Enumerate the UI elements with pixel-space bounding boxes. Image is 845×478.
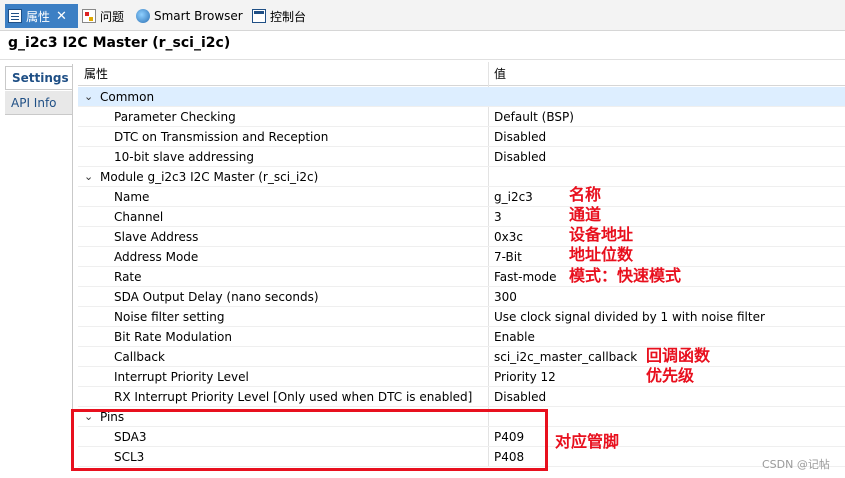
row-key: 10-bit slave addressing: [114, 150, 255, 164]
annotation-name: 名称: [569, 185, 602, 204]
annotation-pins: 对应管脚: [555, 432, 620, 451]
table-row[interactable]: Rate Fast-mode: [78, 267, 845, 287]
table-header: 属性 值: [78, 62, 845, 86]
table-row[interactable]: Slave Address 0x3c: [78, 227, 845, 247]
view-tab-bar: 属性 ✕ 问题 Smart Browser 控制台: [0, 0, 845, 31]
properties-icon: [8, 9, 22, 23]
row-key: Bit Rate Modulation: [114, 330, 233, 344]
tab-smart-browser-label: Smart Browser: [154, 9, 243, 23]
row-value[interactable]: 0x3c: [494, 227, 523, 247]
table-row[interactable]: DTC on Transmission and Reception Disabl…: [78, 127, 845, 147]
row-value[interactable]: Enable: [494, 327, 535, 347]
close-icon[interactable]: ✕: [56, 9, 67, 24]
row-key: RX Interrupt Priority Level [Only used w…: [114, 390, 473, 404]
tab-smart-browser[interactable]: Smart Browser: [136, 4, 243, 28]
browser-globe-icon: [136, 9, 150, 23]
tab-problems[interactable]: 问题: [82, 4, 124, 28]
row-value[interactable]: g_i2c3: [494, 187, 533, 207]
problems-icon: [82, 9, 96, 23]
row-key: DTC on Transmission and Reception: [114, 130, 329, 144]
row-key: Callback: [114, 350, 165, 364]
tab-problems-label: 问题: [100, 9, 125, 24]
table-row[interactable]: Name g_i2c3: [78, 187, 845, 207]
tab-properties[interactable]: 属性 ✕: [5, 4, 78, 28]
title-divider: [0, 59, 845, 60]
tab-properties-label: 属性: [26, 9, 51, 24]
table-row[interactable]: Parameter Checking Default (BSP): [78, 107, 845, 127]
header-property[interactable]: 属性: [84, 62, 108, 86]
watermark: CSDN @记帖: [762, 458, 830, 471]
table-row-category[interactable]: ⌄ Common: [78, 87, 845, 107]
table-row[interactable]: Address Mode 7-Bit: [78, 247, 845, 267]
chevron-down-icon[interactable]: ⌄: [84, 170, 96, 184]
row-key: Address Mode: [114, 250, 199, 264]
row-value[interactable]: Priority 12: [494, 367, 556, 387]
console-icon: [252, 9, 266, 23]
side-tab-api-info[interactable]: API Info: [5, 91, 72, 115]
table-row[interactable]: SDA Output Delay (nano seconds) 300: [78, 287, 845, 307]
row-value[interactable]: 7-Bit: [494, 247, 522, 267]
row-value[interactable]: Use clock signal divided by 1 with noise…: [494, 307, 765, 327]
row-key: Noise filter setting: [114, 310, 225, 324]
row-key: Module g_i2c3 I2C Master (r_sci_i2c): [100, 170, 319, 184]
row-value[interactable]: sci_i2c_master_callback: [494, 347, 637, 367]
row-value[interactable]: 3: [494, 207, 502, 227]
row-value[interactable]: 300: [494, 287, 517, 307]
row-value[interactable]: Disabled: [494, 387, 546, 407]
row-key: Slave Address: [114, 230, 199, 244]
side-tab-settings[interactable]: Settings: [5, 66, 72, 90]
tab-console[interactable]: 控制台: [252, 4, 306, 28]
table-row[interactable]: RX Interrupt Priority Level [Only used w…: [78, 387, 845, 407]
tab-console-label: 控制台: [270, 9, 307, 24]
table-row[interactable]: Channel 3: [78, 207, 845, 227]
annotation-priority: 优先级: [646, 366, 695, 385]
annotation-slave-address: 设备地址: [569, 225, 634, 244]
table-row[interactable]: 10-bit slave addressing Disabled: [78, 147, 845, 167]
page-title: g_i2c3 I2C Master (r_sci_i2c): [8, 35, 231, 51]
row-value[interactable]: Fast-mode: [494, 267, 556, 287]
row-key: Interrupt Priority Level: [114, 370, 249, 384]
row-value[interactable]: Default (BSP): [494, 107, 574, 127]
annotation-callback: 回调函数: [646, 346, 711, 365]
row-value[interactable]: Disabled: [494, 147, 546, 167]
row-key: Common: [100, 90, 155, 104]
row-key: SDA Output Delay (nano seconds): [114, 290, 319, 304]
table-row[interactable]: Callback sci_i2c_master_callback: [78, 347, 845, 367]
header-value[interactable]: 值: [494, 62, 506, 86]
row-key: Name: [114, 190, 150, 204]
table-row[interactable]: Bit Rate Modulation Enable: [78, 327, 845, 347]
chevron-down-icon[interactable]: ⌄: [84, 90, 96, 104]
pins-highlight-box: [71, 409, 548, 471]
row-key: Parameter Checking: [114, 110, 236, 124]
row-key: Channel: [114, 210, 164, 224]
annotation-rate: 模式：快速模式: [569, 266, 682, 285]
table-row-category[interactable]: ⌄ Module g_i2c3 I2C Master (r_sci_i2c): [78, 167, 845, 187]
annotation-address-mode: 地址位数: [569, 245, 634, 264]
annotation-channel: 通道: [569, 205, 602, 224]
row-value[interactable]: Disabled: [494, 127, 546, 147]
table-row[interactable]: Noise filter setting Use clock signal di…: [78, 307, 845, 327]
row-key: Rate: [114, 270, 142, 284]
side-tab-panel: Settings API Info: [5, 64, 73, 466]
table-row[interactable]: Interrupt Priority Level Priority 12: [78, 367, 845, 387]
